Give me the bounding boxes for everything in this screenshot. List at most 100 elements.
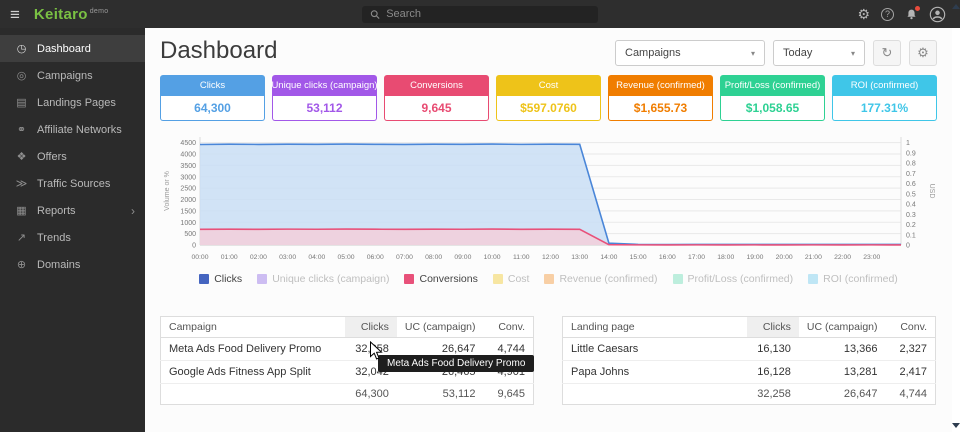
svg-text:07:00: 07:00 bbox=[396, 254, 413, 261]
svg-text:19:00: 19:00 bbox=[746, 254, 763, 261]
notification-dot bbox=[915, 6, 920, 11]
dashboard-settings-button[interactable]: ⚙ bbox=[909, 40, 937, 66]
sidebar-item-traffic-sources[interactable]: ≫Traffic Sources bbox=[0, 170, 145, 197]
summary-tables: CampaignClicksUC (campaign)Conv.Meta Ads… bbox=[160, 316, 936, 405]
metric-card[interactable]: ROI (confirmed)177.31% bbox=[832, 75, 937, 121]
legend-item[interactable]: Unique clicks (campaign) bbox=[257, 273, 389, 285]
search-icon bbox=[370, 9, 380, 20]
report-icon: ▦ bbox=[13, 204, 30, 217]
metric-card[interactable]: Conversions9,645 bbox=[384, 75, 489, 121]
total-value: 26,647 bbox=[799, 384, 886, 405]
legend-swatch bbox=[199, 274, 209, 284]
help-icon[interactable]: ? bbox=[881, 8, 894, 21]
table-row[interactable]: Papa Johns16,12813,2812,417 bbox=[563, 361, 936, 384]
legend-item[interactable]: Cost bbox=[493, 273, 530, 285]
column-header-uc-campaign-[interactable]: UC (campaign) bbox=[799, 317, 886, 338]
row-value: 13,366 bbox=[799, 338, 886, 361]
legend-item[interactable]: Revenue (confirmed) bbox=[544, 273, 657, 285]
legend-item[interactable]: ROI (confirmed) bbox=[808, 273, 898, 285]
legend-item[interactable]: Clicks bbox=[199, 273, 242, 285]
svg-text:0.4: 0.4 bbox=[906, 202, 916, 209]
legend-item[interactable]: Profit/Loss (confirmed) bbox=[673, 273, 794, 285]
metric-card-value: $597.0760 bbox=[496, 96, 601, 121]
total-value: 32,258 bbox=[747, 384, 799, 405]
legend-swatch bbox=[673, 274, 683, 284]
column-header-campaign[interactable]: Campaign bbox=[161, 317, 345, 338]
metric-card[interactable]: Profit/Loss (confirmed)$1,058.65 bbox=[720, 75, 825, 121]
sidebar-item-domains[interactable]: ⊕Domains bbox=[0, 251, 145, 278]
sidebar-item-reports[interactable]: ▦Reports› bbox=[0, 197, 145, 224]
scroll-down-arrow-icon[interactable] bbox=[952, 423, 960, 428]
svg-text:1: 1 bbox=[906, 140, 910, 147]
sidebar-item-trends[interactable]: ↗Trends bbox=[0, 224, 145, 251]
gear-icon[interactable]: ⚙ bbox=[857, 7, 870, 21]
legend-swatch bbox=[404, 274, 414, 284]
table-row[interactable]: Little Caesars16,13013,3662,327 bbox=[563, 338, 936, 361]
scrollbar[interactable] bbox=[952, 0, 960, 432]
column-header-uc-campaign-[interactable]: UC (campaign) bbox=[397, 317, 484, 338]
svg-text:Volume or %: Volume or % bbox=[164, 171, 171, 211]
logo-text: Keitaro bbox=[34, 6, 88, 23]
row-label[interactable]: Google Ads Fitness App Split bbox=[161, 361, 345, 384]
gauge-icon: ◷ bbox=[13, 42, 30, 55]
svg-text:0.7: 0.7 bbox=[906, 171, 916, 178]
logo-demo-badge: demo bbox=[90, 8, 109, 15]
svg-text:09:00: 09:00 bbox=[454, 254, 471, 261]
sidebar-item-label: Landings Pages bbox=[37, 97, 116, 109]
date-range-select[interactable]: Today ▾ bbox=[773, 40, 865, 66]
row-value: 13,281 bbox=[799, 361, 886, 384]
user-avatar-icon[interactable] bbox=[929, 6, 946, 23]
topbar-actions: ⚙ ? bbox=[857, 6, 946, 23]
row-tooltip: Meta Ads Food Delivery Promo bbox=[378, 355, 534, 372]
network-icon: ⚭ bbox=[13, 123, 30, 136]
column-header-clicks[interactable]: Clicks bbox=[345, 317, 397, 338]
bell-icon[interactable] bbox=[905, 8, 918, 21]
row-label[interactable]: Papa Johns bbox=[563, 361, 747, 384]
refresh-button[interactable]: ↻ bbox=[873, 40, 901, 66]
column-header-clicks[interactable]: Clicks bbox=[747, 317, 799, 338]
sidebar-item-affiliate-networks[interactable]: ⚭Affiliate Networks bbox=[0, 116, 145, 143]
metric-card-value: 64,300 bbox=[160, 96, 265, 121]
row-label[interactable]: Little Caesars bbox=[563, 338, 747, 361]
svg-text:15:00: 15:00 bbox=[630, 254, 647, 261]
menu-icon[interactable]: ≡ bbox=[10, 6, 20, 23]
app-logo[interactable]: Keitarodemo bbox=[34, 6, 109, 23]
legend-label: Unique clicks (campaign) bbox=[272, 273, 389, 285]
row-value: 2,327 bbox=[886, 338, 936, 361]
row-label[interactable]: Meta Ads Food Delivery Promo bbox=[161, 338, 345, 361]
metric-card-value: 9,645 bbox=[384, 96, 489, 121]
search-box[interactable] bbox=[362, 6, 598, 23]
sidebar-item-campaigns[interactable]: ◎Campaigns bbox=[0, 62, 145, 89]
svg-text:4000: 4000 bbox=[180, 152, 196, 159]
column-header-landing-page[interactable]: Landing page bbox=[563, 317, 747, 338]
legend-swatch bbox=[544, 274, 554, 284]
svg-text:2000: 2000 bbox=[180, 197, 196, 204]
sidebar-item-offers[interactable]: ❖Offers bbox=[0, 143, 145, 170]
metric-card[interactable]: Revenue (confirmed)$1,655.73 bbox=[608, 75, 713, 121]
legend-item[interactable]: Conversions bbox=[404, 273, 477, 285]
column-header-conv-[interactable]: Conv. bbox=[484, 317, 534, 338]
legend-swatch bbox=[808, 274, 818, 284]
row-value: 16,128 bbox=[747, 361, 799, 384]
svg-text:0.9: 0.9 bbox=[906, 150, 916, 157]
column-header-conv-[interactable]: Conv. bbox=[886, 317, 936, 338]
pages-icon: ▤ bbox=[13, 96, 30, 109]
metric-card[interactable]: Clicks64,300 bbox=[160, 75, 265, 121]
svg-text:16:00: 16:00 bbox=[659, 254, 676, 261]
sidebar-item-landings-pages[interactable]: ▤ Landings Pages bbox=[0, 89, 145, 116]
search-input[interactable] bbox=[386, 8, 590, 20]
metric-card[interactable]: Unique clicks (campaign)53,112 bbox=[272, 75, 377, 121]
scroll-up-arrow-icon[interactable] bbox=[952, 4, 960, 9]
svg-text:13:00: 13:00 bbox=[571, 254, 588, 261]
row-value: 16,130 bbox=[747, 338, 799, 361]
legend-label: ROI (confirmed) bbox=[823, 273, 898, 285]
sidebar: ◷Dashboard◎Campaigns ▤ Landings Pages ⚭Affi… bbox=[0, 28, 145, 432]
svg-text:2500: 2500 bbox=[180, 186, 196, 193]
topbar: ≡ Keitarodemo ⚙ ? bbox=[0, 0, 960, 28]
metric-card[interactable]: Cost$597.0760 bbox=[496, 75, 601, 121]
campaigns-filter-select[interactable]: Campaigns ▾ bbox=[615, 40, 765, 66]
svg-text:USD: USD bbox=[928, 184, 935, 199]
sidebar-item-dashboard[interactable]: ◷Dashboard bbox=[0, 35, 145, 62]
totals-row: 64,30053,1129,645 bbox=[161, 384, 534, 405]
trend-icon: ↗ bbox=[13, 231, 30, 244]
